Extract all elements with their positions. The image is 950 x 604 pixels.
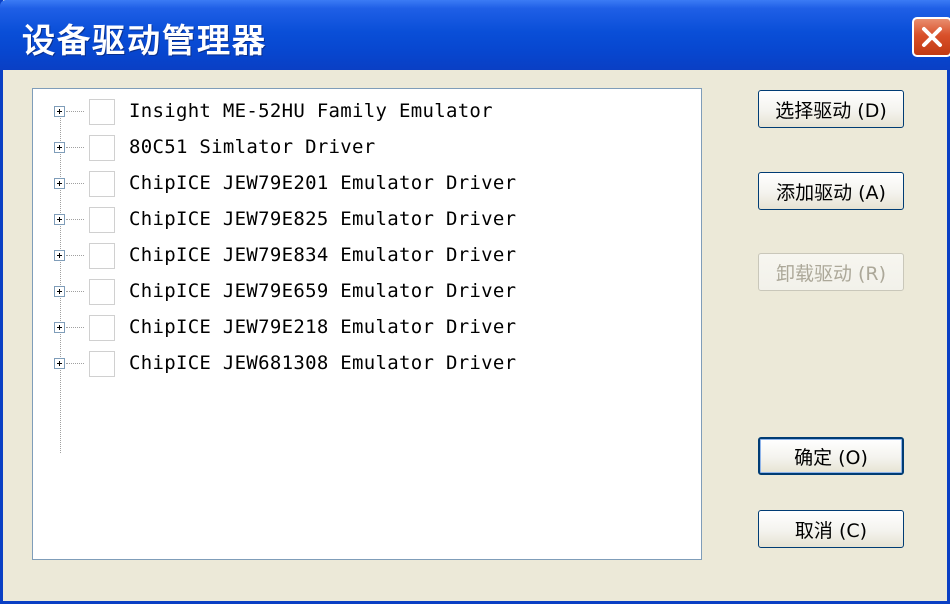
close-button[interactable]: [912, 17, 950, 57]
driver-checkbox[interactable]: [89, 315, 115, 341]
expand-plus-icon[interactable]: [54, 106, 65, 117]
driver-tree[interactable]: Insight ME-52HU Family Emulator 80C51 Si…: [32, 88, 702, 560]
tree-item-label[interactable]: 80C51 Simlator Driver: [129, 136, 376, 158]
select-driver-button[interactable]: 选择驱动 (D): [758, 90, 904, 128]
driver-checkbox[interactable]: [89, 279, 115, 305]
tree-branch-line: [66, 255, 84, 256]
ok-button[interactable]: 确定 (O): [758, 437, 904, 475]
tree-item-label[interactable]: ChipICE JEW681308 Emulator Driver: [129, 352, 516, 374]
tree-item-label[interactable]: ChipICE JEW79E201 Emulator Driver: [129, 172, 516, 194]
expand-plus-icon[interactable]: [54, 178, 65, 189]
tree-branch-line: [66, 111, 84, 112]
expand-plus-icon[interactable]: [54, 322, 65, 333]
tree-item[interactable]: Insight ME-52HU Family Emulator: [33, 94, 693, 130]
driver-checkbox[interactable]: [89, 99, 115, 125]
tree-branch-line: [66, 291, 84, 292]
driver-checkbox[interactable]: [89, 243, 115, 269]
window-title: 设备驱动管理器: [22, 21, 267, 60]
remove-driver-button[interactable]: 卸载驱动 (R): [758, 253, 904, 291]
expand-plus-icon[interactable]: [54, 250, 65, 261]
tree-branch-line: [66, 147, 84, 148]
tree-item-label[interactable]: ChipICE JEW79E834 Emulator Driver: [129, 244, 516, 266]
expand-plus-icon[interactable]: [54, 358, 65, 369]
tree-item-label[interactable]: ChipICE JEW79E825 Emulator Driver: [129, 208, 516, 230]
driver-checkbox[interactable]: [89, 171, 115, 197]
cancel-button[interactable]: 取消 (C): [758, 510, 904, 548]
tree-item[interactable]: ChipICE JEW681308 Emulator Driver: [33, 346, 693, 382]
tree-item[interactable]: 80C51 Simlator Driver: [33, 130, 693, 166]
add-driver-button[interactable]: 添加驱动 (A): [758, 172, 904, 210]
tree-item[interactable]: ChipICE JEW79E201 Emulator Driver: [33, 166, 693, 202]
tree-item[interactable]: ChipICE JEW79E218 Emulator Driver: [33, 310, 693, 346]
expand-plus-icon[interactable]: [54, 286, 65, 297]
tree-item-label[interactable]: ChipICE JEW79E218 Emulator Driver: [129, 316, 516, 338]
tree-item[interactable]: ChipICE JEW79E834 Emulator Driver: [33, 238, 693, 274]
tree-branch-line: [66, 183, 84, 184]
tree-item[interactable]: ChipICE JEW79E659 Emulator Driver: [33, 274, 693, 310]
tree-item[interactable]: ChipICE JEW79E825 Emulator Driver: [33, 202, 693, 238]
tree-branch-line: [66, 327, 84, 328]
expand-plus-icon[interactable]: [54, 214, 65, 225]
tree-item-label[interactable]: ChipICE JEW79E659 Emulator Driver: [129, 280, 516, 302]
device-driver-manager-window: 设备驱动管理器 Insight ME-52HU Family Emulator …: [0, 0, 950, 604]
expand-plus-icon[interactable]: [54, 142, 65, 153]
close-icon: [922, 27, 942, 47]
driver-checkbox[interactable]: [89, 135, 115, 161]
tree-branch-line: [66, 219, 84, 220]
tree-branch-line: [66, 363, 84, 364]
driver-checkbox[interactable]: [89, 351, 115, 377]
title-bar[interactable]: 设备驱动管理器: [0, 0, 950, 70]
tree-item-label[interactable]: Insight ME-52HU Family Emulator: [129, 100, 493, 122]
driver-checkbox[interactable]: [89, 207, 115, 233]
